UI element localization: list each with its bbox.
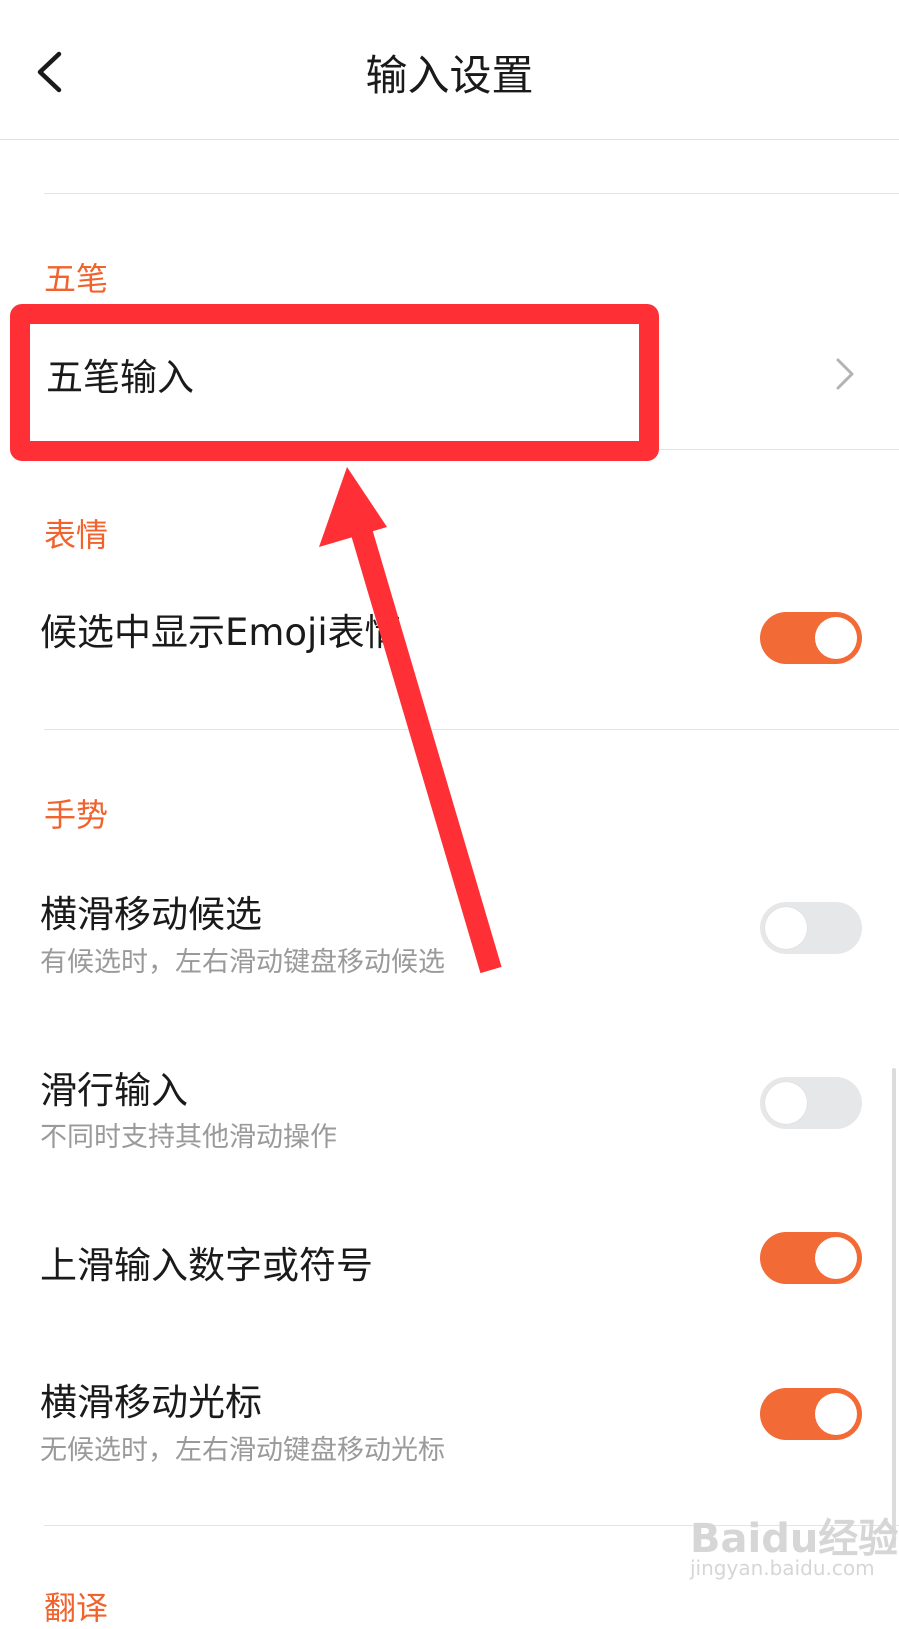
watermark-url: jingyan.baidu.com [690,1556,875,1580]
annotation-arrow-icon [319,467,502,974]
